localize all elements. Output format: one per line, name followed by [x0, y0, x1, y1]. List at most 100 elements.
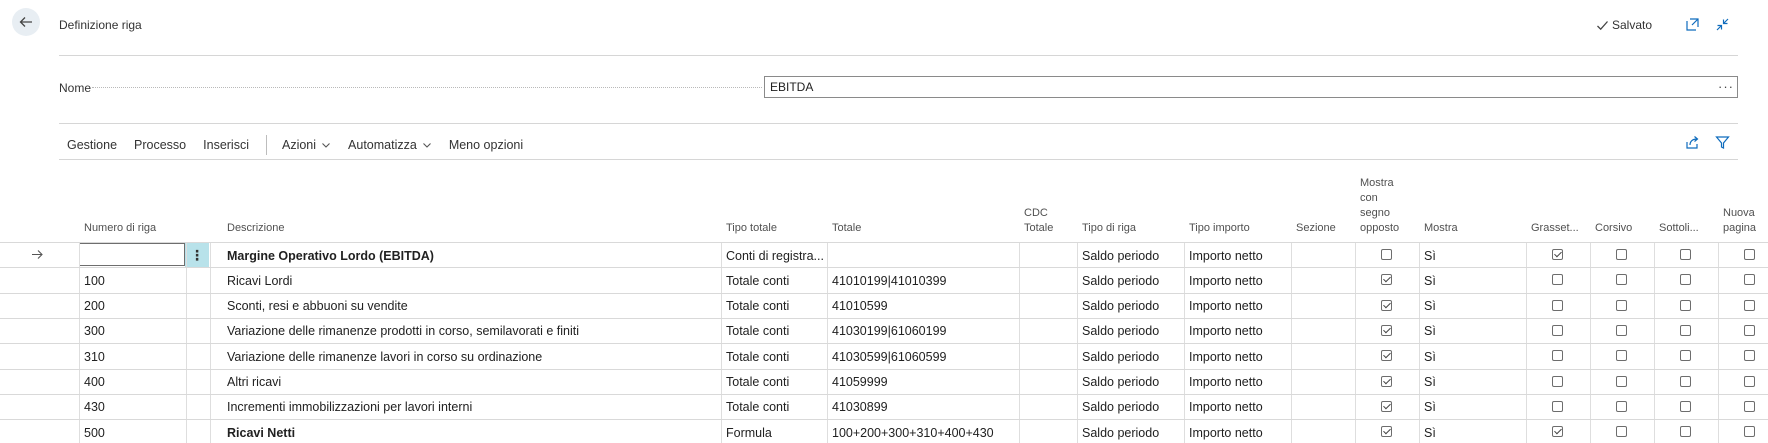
- collapse-button[interactable]: [1713, 15, 1731, 33]
- cell-tipo-totale[interactable]: Totale conti: [721, 344, 826, 369]
- cell-totale[interactable]: 41059999: [827, 370, 1019, 395]
- checkbox-nuova-pagina[interactable]: [1744, 350, 1755, 362]
- cell-descrizione[interactable]: Incrementi immobilizzazioni per lavori i…: [222, 395, 721, 420]
- cell-descrizione[interactable]: Margine Operativo Lordo (EBITDA): [222, 243, 721, 268]
- cell-sezione[interactable]: [1291, 420, 1354, 443]
- cell-cdc[interactable]: [1019, 268, 1076, 293]
- cell-tipo-importo[interactable]: Importo netto: [1184, 243, 1290, 268]
- col-header-tipo-riga[interactable]: Tipo di riga: [1077, 170, 1183, 242]
- cell-tipo-totale[interactable]: Totale conti: [721, 319, 826, 344]
- cell-mostra[interactable]: Sì: [1419, 344, 1525, 369]
- checkbox-sottolineato[interactable]: [1680, 249, 1691, 260]
- cell-cdc[interactable]: [1019, 243, 1076, 268]
- checkbox-grassetto[interactable]: [1552, 249, 1563, 260]
- checkbox-sottolineato[interactable]: [1680, 274, 1691, 286]
- cell-mostra[interactable]: Sì: [1419, 319, 1525, 344]
- cell-sezione[interactable]: [1291, 268, 1354, 293]
- checkbox-grassetto[interactable]: [1552, 274, 1563, 286]
- checkbox-corsivo[interactable]: [1616, 249, 1627, 260]
- cell-tipo-riga[interactable]: Saldo periodo: [1077, 294, 1183, 319]
- cell-descrizione[interactable]: Sconti, resi e abbuoni su vendite: [222, 294, 721, 319]
- col-header-numero[interactable]: Numero di riga: [79, 170, 185, 242]
- checkbox-corsivo[interactable]: [1616, 400, 1627, 412]
- checkbox-grassetto[interactable]: [1552, 426, 1563, 438]
- cell-tipo-importo[interactable]: Importo netto: [1184, 344, 1290, 369]
- cell-descrizione[interactable]: Variazione delle rimanenze lavori in cor…: [222, 344, 721, 369]
- name-input[interactable]: [764, 76, 1738, 98]
- cell-descrizione[interactable]: Variazione delle rimanenze prodotti in c…: [222, 319, 721, 344]
- cell-totale[interactable]: 41010199|41010399: [827, 268, 1019, 293]
- cell-tipo-riga[interactable]: Saldo periodo: [1077, 420, 1183, 443]
- checkbox-segno-opposto[interactable]: [1381, 324, 1392, 336]
- cell-mostra[interactable]: Sì: [1419, 294, 1525, 319]
- cell-totale[interactable]: 100+200+300+310+400+430: [827, 420, 1019, 443]
- checkbox-segno-opposto[interactable]: [1381, 400, 1392, 412]
- cell-sezione[interactable]: [1291, 344, 1354, 369]
- col-header-grassetto[interactable]: Grasset...: [1526, 170, 1589, 242]
- col-header-segno-opposto[interactable]: Mostra con segno opposto: [1355, 170, 1418, 242]
- back-button[interactable]: [12, 8, 40, 36]
- checkbox-grassetto[interactable]: [1552, 299, 1563, 311]
- cell-totale[interactable]: 41030199|61060199: [827, 319, 1019, 344]
- cell-tipo-totale[interactable]: Formula: [721, 420, 826, 443]
- filter-button[interactable]: [1713, 133, 1731, 151]
- cell-tipo-importo[interactable]: Importo netto: [1184, 395, 1290, 420]
- col-header-corsivo[interactable]: Corsivo: [1590, 170, 1653, 242]
- checkbox-nuova-pagina[interactable]: [1744, 400, 1755, 412]
- col-header-sottolineato[interactable]: Sottoli...: [1654, 170, 1717, 242]
- checkbox-sottolineato[interactable]: [1680, 350, 1691, 362]
- checkbox-corsivo[interactable]: [1616, 274, 1627, 286]
- cell-numero[interactable]: 300: [79, 319, 185, 344]
- menu-meno-opzioni[interactable]: Meno opzioni: [449, 138, 523, 152]
- cell-cdc[interactable]: [1019, 294, 1076, 319]
- col-header-tipo-totale[interactable]: Tipo totale: [721, 170, 826, 242]
- cell-sezione[interactable]: [1291, 294, 1354, 319]
- menu-gestione[interactable]: Gestione: [67, 138, 117, 152]
- checkbox-corsivo[interactable]: [1616, 350, 1627, 362]
- name-more-button[interactable]: ···: [1718, 79, 1734, 94]
- checkbox-nuova-pagina[interactable]: [1744, 249, 1755, 260]
- row-actions-button[interactable]: ⋮: [185, 243, 209, 267]
- checkbox-nuova-pagina[interactable]: [1744, 324, 1755, 336]
- checkbox-nuova-pagina[interactable]: [1744, 375, 1755, 387]
- cell-tipo-importo[interactable]: Importo netto: [1184, 319, 1290, 344]
- checkbox-segno-opposto[interactable]: [1381, 375, 1392, 387]
- checkbox-grassetto[interactable]: [1552, 375, 1563, 387]
- cell-numero[interactable]: 310: [79, 344, 185, 369]
- cell-mostra[interactable]: Sì: [1419, 420, 1525, 443]
- checkbox-corsivo[interactable]: [1616, 299, 1627, 311]
- cell-cdc[interactable]: [1019, 370, 1076, 395]
- cell-numero[interactable]: 400: [79, 370, 185, 395]
- open-new-window-button[interactable]: [1683, 15, 1701, 33]
- cell-tipo-totale[interactable]: Totale conti: [721, 268, 826, 293]
- col-header-mostra[interactable]: Mostra: [1419, 170, 1525, 242]
- checkbox-corsivo[interactable]: [1616, 324, 1627, 336]
- cell-sezione[interactable]: [1291, 243, 1354, 268]
- checkbox-sottolineato[interactable]: [1680, 400, 1691, 412]
- menu-automatizza[interactable]: Automatizza: [348, 138, 432, 152]
- checkbox-grassetto[interactable]: [1552, 350, 1563, 362]
- cell-tipo-riga[interactable]: Saldo periodo: [1077, 319, 1183, 344]
- cell-cdc[interactable]: [1019, 344, 1076, 369]
- checkbox-segno-opposto[interactable]: [1381, 426, 1392, 438]
- checkbox-segno-opposto[interactable]: [1381, 249, 1392, 260]
- cell-sezione[interactable]: [1291, 370, 1354, 395]
- cell-numero[interactable]: 430: [79, 395, 185, 420]
- cell-numero[interactable]: 500: [79, 420, 185, 443]
- cell-tipo-importo[interactable]: Importo netto: [1184, 268, 1290, 293]
- cell-cdc[interactable]: [1019, 319, 1076, 344]
- cell-tipo-riga[interactable]: Saldo periodo: [1077, 344, 1183, 369]
- cell-mostra[interactable]: Sì: [1419, 370, 1525, 395]
- checkbox-segno-opposto[interactable]: [1381, 350, 1392, 362]
- cell-descrizione[interactable]: Ricavi Netti: [222, 420, 721, 443]
- checkbox-sottolineato[interactable]: [1680, 426, 1691, 438]
- checkbox-nuova-pagina[interactable]: [1744, 426, 1755, 438]
- cell-descrizione[interactable]: Ricavi Lordi: [222, 268, 721, 293]
- checkbox-segno-opposto[interactable]: [1381, 299, 1392, 311]
- checkbox-segno-opposto[interactable]: [1381, 274, 1392, 286]
- cell-numero[interactable]: 200: [79, 294, 185, 319]
- cell-tipo-importo[interactable]: Importo netto: [1184, 420, 1290, 443]
- cell-mostra[interactable]: Sì: [1419, 395, 1525, 420]
- menu-inserisci[interactable]: Inserisci: [203, 138, 249, 152]
- checkbox-corsivo[interactable]: [1616, 375, 1627, 387]
